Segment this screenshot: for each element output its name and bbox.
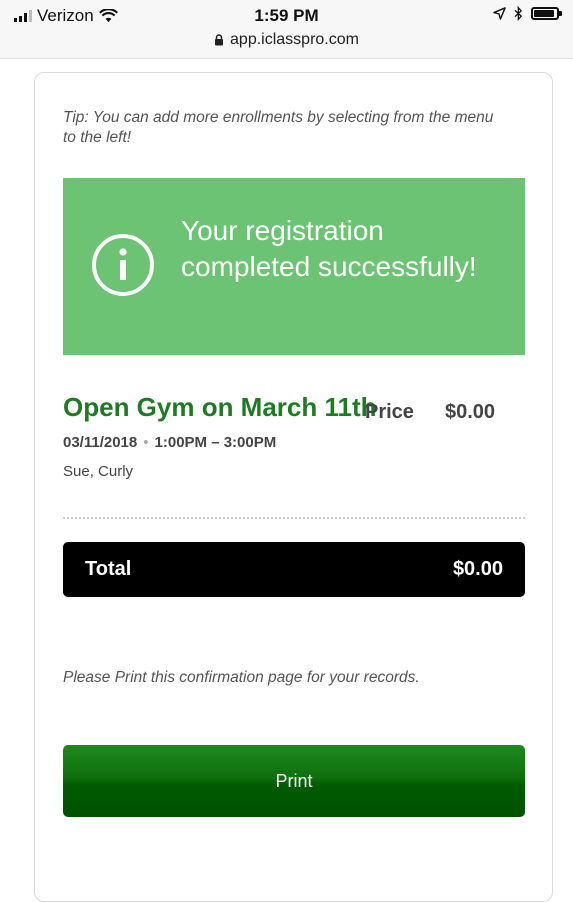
- address-bar[interactable]: app.iclasspro.com: [0, 31, 573, 49]
- location-arrow-icon: [493, 7, 506, 20]
- price-label: Price: [365, 401, 414, 423]
- bluetooth-icon: [514, 6, 523, 21]
- status-icons: [493, 6, 562, 21]
- clock: 1:59 PM: [254, 6, 319, 25]
- tip-text: Tip: You can add more enrollments by sel…: [63, 109, 494, 146]
- url-text: app.iclasspro.com: [230, 31, 359, 48]
- price-value: $0.00: [445, 401, 496, 423]
- event-time: 1:00PM – 3:00PM: [154, 434, 277, 451]
- student-names: Sue, Curly: [63, 463, 134, 480]
- success-message: Your registration completed successfully…: [181, 215, 477, 282]
- bullet-separator: •: [143, 434, 149, 451]
- print-note: Please Print this confirmation page for …: [63, 669, 420, 686]
- event-date: 03/11/2018: [63, 434, 138, 451]
- lock-icon: [215, 34, 224, 46]
- battery-icon: [531, 7, 562, 20]
- total-value: $0.00: [452, 558, 503, 580]
- event-date-time: 03/11/2018 • 1:00PM – 3:00PM: [63, 434, 276, 451]
- print-button[interactable]: Print: [63, 745, 525, 817]
- info-icon: [92, 234, 154, 296]
- total-label: Total: [85, 558, 132, 580]
- dotted-divider: [63, 517, 525, 519]
- status-bar: Verizon 1:59 PM app.iclasspro.com: [0, 0, 573, 59]
